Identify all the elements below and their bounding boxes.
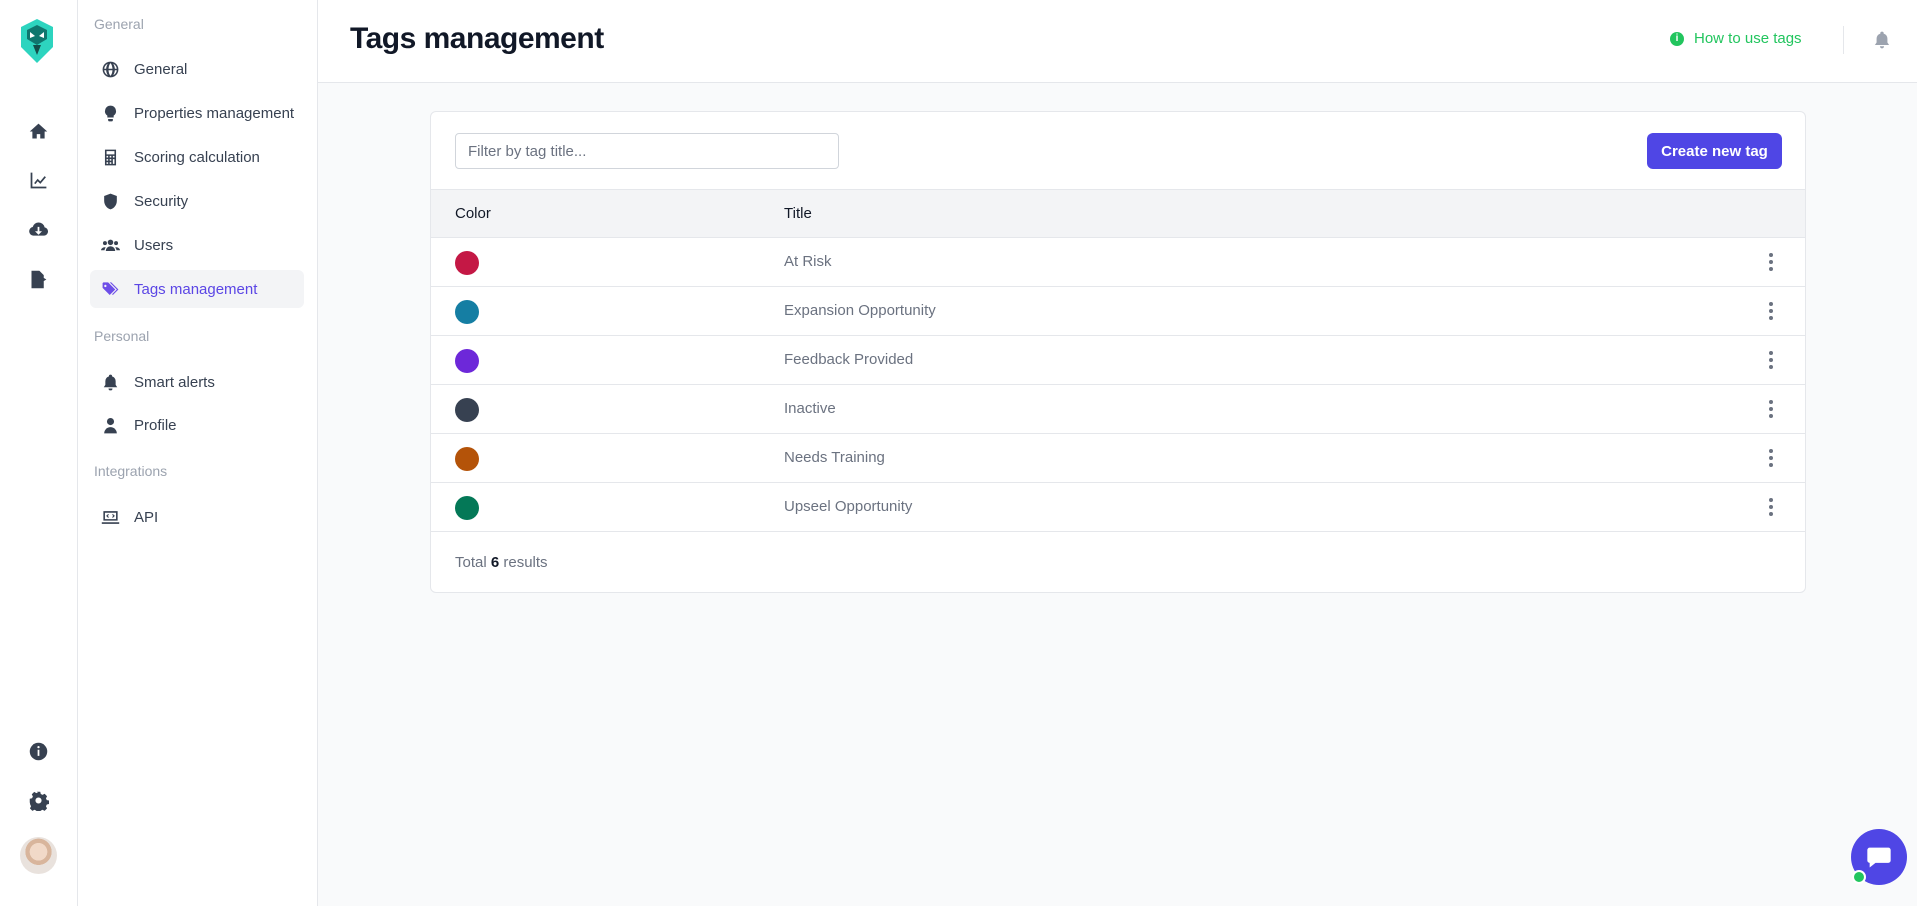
chart-line-icon[interactable] xyxy=(25,167,51,193)
help-link-label: How to use tags xyxy=(1694,30,1802,47)
sidebar-item-label: API xyxy=(134,508,159,526)
tag-color-swatch xyxy=(455,496,479,520)
column-header-color: Color xyxy=(455,205,491,222)
section-title-integrations: Integrations xyxy=(94,463,168,479)
row-actions-icon[interactable] xyxy=(1761,299,1781,323)
sidebar-item-properties-management[interactable]: Properties management xyxy=(90,94,304,132)
tag-color-swatch xyxy=(455,349,479,373)
row-actions-icon[interactable] xyxy=(1761,495,1781,519)
tag-title: At Risk xyxy=(784,253,832,270)
tag-color-swatch xyxy=(455,447,479,471)
tag-title: Expansion Opportunity xyxy=(784,302,936,319)
home-icon[interactable] xyxy=(25,118,51,144)
row-actions-icon[interactable] xyxy=(1761,446,1781,470)
create-new-tag-button[interactable]: Create new tag xyxy=(1647,133,1782,169)
table-row[interactable]: Expansion Opportunity xyxy=(431,287,1805,336)
sidebar-item-general[interactable]: General xyxy=(90,50,304,88)
sidebar-item-label: Scoring calculation xyxy=(134,148,260,166)
file-export-icon[interactable] xyxy=(25,266,51,292)
column-header-title: Title xyxy=(784,205,812,222)
icon-rail xyxy=(0,0,78,906)
sidebar-item-label: General xyxy=(134,60,188,78)
sidebar-item-profile[interactable]: Profile xyxy=(90,406,304,444)
section-title-personal: Personal xyxy=(94,328,150,344)
globe-icon xyxy=(100,59,120,79)
shield-icon xyxy=(100,191,120,211)
sidebar-item-label: Properties management xyxy=(134,104,295,122)
page-header: Tags management i How to use tags xyxy=(318,0,1917,83)
sidebar-item-users[interactable]: Users xyxy=(90,226,304,264)
gear-icon[interactable] xyxy=(25,787,51,813)
how-to-use-tags-link[interactable]: i How to use tags xyxy=(1670,30,1802,47)
chat-bubble-icon xyxy=(1867,847,1891,868)
sidebar-item-label: Security xyxy=(134,192,189,210)
user-icon xyxy=(100,415,120,435)
calculator-icon xyxy=(100,147,120,167)
settings-sidebar: General General Properties management Sc… xyxy=(78,0,318,906)
table-row[interactable]: At Risk xyxy=(431,238,1805,287)
notifications-bell-icon[interactable] xyxy=(1872,29,1892,51)
bell-icon xyxy=(100,372,120,392)
tag-title: Inactive xyxy=(784,400,836,417)
sidebar-item-label: Smart alerts xyxy=(134,373,215,391)
table-row[interactable]: Inactive xyxy=(431,385,1805,434)
sidebar-item-tags-management[interactable]: Tags management xyxy=(90,270,304,308)
cloud-download-icon[interactable] xyxy=(25,216,51,242)
info-icon[interactable] xyxy=(25,738,51,764)
users-icon xyxy=(100,235,120,255)
sidebar-item-security[interactable]: Security xyxy=(90,182,304,220)
tags-icon xyxy=(100,279,120,299)
sidebar-item-label: Users xyxy=(134,236,174,254)
header-divider xyxy=(1843,26,1844,54)
online-status-dot xyxy=(1852,870,1866,884)
sidebar-item-label: Profile xyxy=(134,416,177,434)
app-logo[interactable] xyxy=(19,17,55,65)
info-circle-icon: i xyxy=(1670,31,1684,46)
results-total: Total 6 results xyxy=(455,554,548,571)
sidebar-item-api[interactable]: API xyxy=(90,498,304,536)
sidebar-item-scoring-calculation[interactable]: Scoring calculation xyxy=(90,138,304,176)
lightbulb-icon xyxy=(100,103,120,123)
tag-title: Feedback Provided xyxy=(784,351,914,368)
tag-color-swatch xyxy=(455,300,479,324)
row-actions-icon[interactable] xyxy=(1761,348,1781,372)
results-count: 6 xyxy=(490,554,500,571)
api-icon xyxy=(100,507,120,527)
row-actions-icon[interactable] xyxy=(1761,250,1781,274)
tag-title: Needs Training xyxy=(784,449,885,466)
sidebar-item-label: Tags management xyxy=(134,280,258,298)
user-avatar[interactable] xyxy=(20,837,57,874)
tag-color-swatch xyxy=(455,398,479,422)
table-row[interactable]: Upseel Opportunity xyxy=(431,483,1805,532)
page-title: Tags management xyxy=(350,22,604,55)
table-header: Color Title xyxy=(431,189,1805,238)
section-title-general: General xyxy=(94,16,144,32)
tag-filter-input[interactable] xyxy=(455,133,839,169)
table-row[interactable]: Needs Training xyxy=(431,434,1805,483)
tag-color-swatch xyxy=(455,251,479,275)
tags-card: Create new tag Color Title At Risk Expan… xyxy=(430,111,1806,593)
tag-title: Upseel Opportunity xyxy=(784,498,913,515)
table-row[interactable]: Feedback Provided xyxy=(431,336,1805,385)
row-actions-icon[interactable] xyxy=(1761,397,1781,421)
sidebar-item-smart-alerts[interactable]: Smart alerts xyxy=(90,363,304,401)
